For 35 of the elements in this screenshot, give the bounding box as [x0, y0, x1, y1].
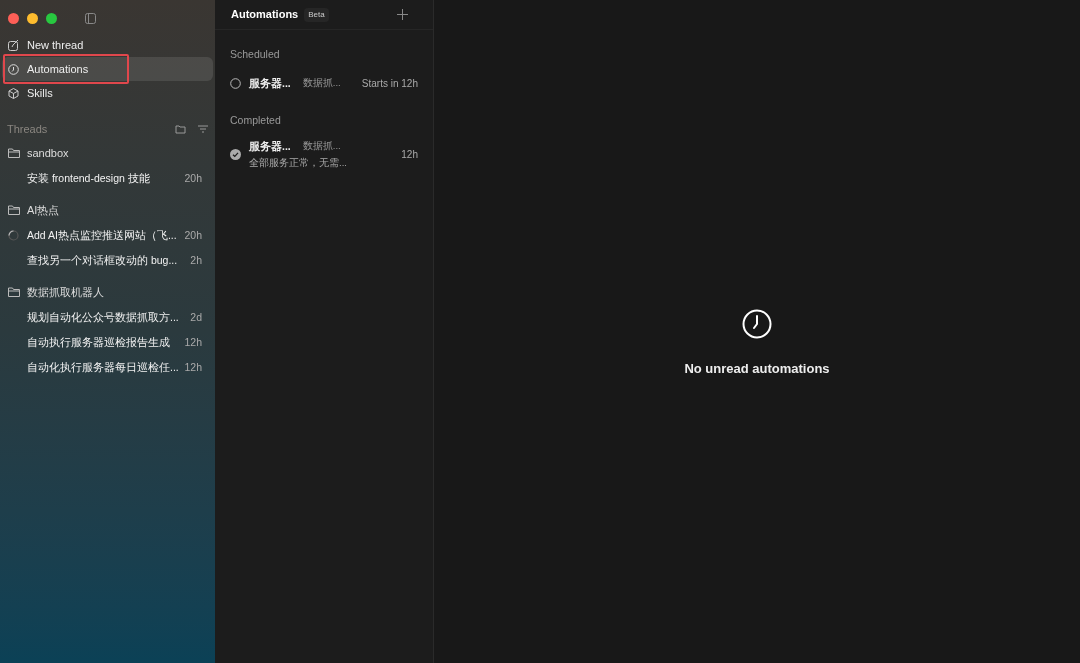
- thread-item[interactable]: 自动执行服务器巡检报告生成 12h: [0, 330, 215, 355]
- close-window-button[interactable]: [8, 12, 19, 24]
- cube-icon: [8, 87, 19, 99]
- folder-icon: [8, 148, 20, 158]
- sidebar-toggle-icon[interactable]: [85, 12, 96, 24]
- thread-item[interactable]: 安装 frontend-design 技能 20h: [0, 166, 215, 191]
- nav-item[interactable]: Skills: [2, 81, 213, 105]
- folder-name[interactable]: AI热点: [27, 201, 60, 219]
- section-title: Completed: [229, 112, 282, 128]
- nav-item[interactable]: New thread: [2, 33, 213, 57]
- nav-item[interactable]: Automations: [2, 57, 213, 81]
- add-icon[interactable]: [397, 9, 408, 20]
- automation-item[interactable]: 服务器... 数据抓... Starts in 12h: [215, 68, 433, 99]
- filter-icon[interactable]: [198, 125, 208, 133]
- empty-state-message: No unread automations: [684, 359, 830, 378]
- thread-item[interactable]: 查找另一个对话框改动的 bug... 2h: [0, 248, 215, 273]
- thread-item[interactable]: 规划自动化公众号数据抓取方... 2d: [0, 305, 215, 330]
- new-folder-icon[interactable]: [175, 124, 186, 134]
- beta-badge: Beta: [304, 7, 329, 22]
- maximize-window-button[interactable]: [46, 12, 57, 24]
- folder-icon: [8, 205, 20, 215]
- minimize-window-button[interactable]: [27, 12, 38, 24]
- clock-icon: [8, 63, 19, 75]
- thread-item[interactable]: Add AI热点监控推送网站（飞... 20h: [0, 223, 215, 248]
- folder-icon: [8, 287, 20, 297]
- automation-item[interactable]: 服务器... 数据抓... 全部服务正常，无需... 12h: [215, 132, 433, 177]
- thread-item[interactable]: 自动化执行服务器每日巡检任... 12h: [0, 355, 215, 380]
- folder-name[interactable]: 数据抓取机器人: [27, 283, 104, 301]
- panel-title: Automations: [231, 7, 299, 23]
- edit-icon: [8, 39, 19, 51]
- section-title: Scheduled: [229, 47, 281, 62]
- spinner-icon: [8, 230, 19, 241]
- section-title: Threads: [7, 121, 48, 137]
- folder-name[interactable]: sandbox: [27, 144, 69, 162]
- clock-icon: [742, 308, 772, 339]
